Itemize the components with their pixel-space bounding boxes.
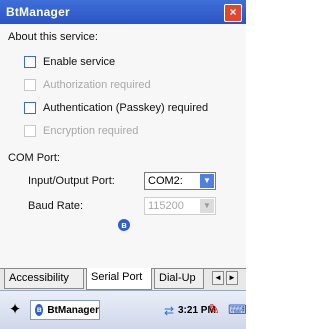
io-port-select[interactable]: COM2: ▼ <box>144 172 216 190</box>
baud-rate-label: Baud Rate: <box>28 200 84 212</box>
authentication-option[interactable]: Authentication (Passkey) required <box>24 100 208 116</box>
device-screen: BtManager × About this service: Enable s… <box>0 0 247 329</box>
chevron-down-icon: ▼ <box>200 199 214 213</box>
arrow-left-icon: ◄ <box>214 273 222 282</box>
bluetooth-icon: ʙ <box>35 304 44 316</box>
taskbar-btmanager-label: BtManager <box>47 304 99 316</box>
io-port-label: Input/Output Port: <box>28 175 115 187</box>
baud-rate-value: 115200 <box>148 200 184 212</box>
tab-dial-up-label: Dial-Up <box>159 272 196 284</box>
network-icon[interactable]: ⇄ <box>164 304 174 318</box>
taskbar-btmanager-button[interactable]: ʙ BtManager <box>30 300 100 320</box>
arrow-right-icon: ► <box>228 273 236 282</box>
tab-accessibility[interactable]: Accessibility <box>4 269 84 289</box>
encryption-label: Encryption required <box>43 125 139 137</box>
tab-serial-port[interactable]: Serial Port <box>86 268 152 290</box>
keyboard-icon[interactable]: ⌨ <box>228 302 247 318</box>
close-button[interactable]: × <box>224 4 242 22</box>
about-heading: About this service: <box>8 31 98 43</box>
tab-accessibility-label: Accessibility <box>9 272 69 284</box>
enable-service-option[interactable]: Enable service <box>24 54 115 70</box>
serial-port-panel: About this service: Enable service Autho… <box>0 24 246 268</box>
encryption-checkbox <box>24 125 36 137</box>
authorization-option: Authorization required <box>24 77 151 93</box>
authorization-label: Authorization required <box>43 79 151 91</box>
tab-dial-up[interactable]: Dial-Up <box>154 269 204 289</box>
title-bar: BtManager × <box>0 0 246 24</box>
authentication-label: Authentication (Passkey) required <box>43 102 209 114</box>
io-port-value: COM2: <box>148 175 183 187</box>
baud-rate-select: 115200 ▼ <box>144 197 216 215</box>
start-button[interactable]: ✦ <box>6 301 24 319</box>
authorization-checkbox <box>24 79 36 91</box>
enable-service-label: Enable service <box>43 56 116 68</box>
window-title: BtManager <box>6 5 70 19</box>
chevron-down-icon[interactable]: ▼ <box>200 174 214 188</box>
authentication-checkbox[interactable] <box>24 102 36 114</box>
com-port-heading: COM Port: <box>8 152 60 164</box>
encryption-option: Encryption required <box>24 123 138 139</box>
enable-service-checkbox[interactable] <box>24 56 36 68</box>
tab-scroll-right-button[interactable]: ► <box>226 271 238 285</box>
windows-flag-icon: ✦ <box>8 301 22 318</box>
taskbar: ✦ ʙ BtManager ⇄ 3:21 PM ✎ ⌨ <box>0 290 247 329</box>
tab-bar: Accessibility Serial Port Dial-Up ◄ ► <box>0 268 246 291</box>
tab-scroll-left-button[interactable]: ◄ <box>212 271 224 285</box>
bluetooth-icon: ʙ <box>118 219 130 231</box>
pen-input-icon[interactable]: ✎ <box>208 301 222 319</box>
close-icon: × <box>229 5 237 19</box>
tab-serial-port-label: Serial Port <box>91 271 143 283</box>
